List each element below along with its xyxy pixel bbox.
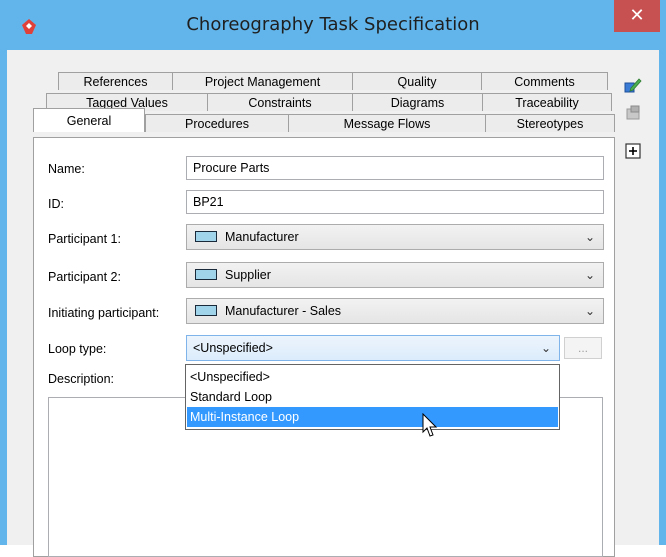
loop-type-dropdown: <Unspecified> Standard Loop Multi-Instan…: [185, 364, 560, 430]
participant2-label: Participant 2:: [48, 270, 121, 284]
tab-message-flows[interactable]: Message Flows: [288, 114, 486, 132]
window-title: Choreography Task Specification: [186, 14, 480, 35]
title-bar: Choreography Task Specification ✕: [0, 0, 666, 50]
add-icon[interactable]: [624, 142, 642, 160]
initiating-participant-label: Initiating participant:: [48, 306, 160, 320]
participant-icon: [195, 269, 217, 281]
participant1-combo[interactable]: Manufacturer ⌄: [186, 224, 604, 250]
participant1-label: Participant 1:: [48, 232, 121, 246]
tab-row-3: General Procedures Message Flows Stereot…: [33, 108, 615, 132]
participant1-value: Manufacturer: [225, 230, 299, 244]
tab-row-1: References Project Management Quality Co…: [58, 72, 608, 90]
chevron-down-icon: ⌄: [540, 341, 551, 355]
tab-diagrams[interactable]: Diagrams: [352, 93, 483, 111]
initiating-participant-value: Manufacturer - Sales: [225, 304, 342, 318]
participant2-value: Supplier: [225, 268, 271, 282]
option-standard-loop[interactable]: Standard Loop: [187, 387, 558, 407]
tab-stereotypes[interactable]: Stereotypes: [485, 114, 615, 132]
loop-type-value: <Unspecified>: [193, 341, 273, 355]
tab-procedures[interactable]: Procedures: [145, 114, 289, 132]
participant2-combo[interactable]: Supplier ⌄: [186, 262, 604, 288]
name-field[interactable]: Procure Parts: [186, 156, 604, 180]
edit-icon[interactable]: [624, 76, 642, 94]
tab-project-management[interactable]: Project Management: [172, 72, 353, 90]
close-button[interactable]: ✕: [614, 0, 660, 32]
mouse-cursor-icon: [422, 413, 438, 437]
description-label: Description:: [48, 372, 114, 386]
shape-icon[interactable]: [624, 104, 642, 122]
chevron-down-icon: ⌄: [584, 304, 595, 318]
option-unspecified[interactable]: <Unspecified>: [187, 367, 558, 387]
participant-icon: [195, 305, 217, 317]
tab-comments[interactable]: Comments: [481, 72, 608, 90]
loop-options-button[interactable]: ...: [564, 337, 602, 359]
initiating-participant-combo[interactable]: Manufacturer - Sales ⌄: [186, 298, 604, 324]
tab-general[interactable]: General: [33, 108, 145, 132]
loop-type-label: Loop type:: [48, 342, 107, 356]
tab-traceability[interactable]: Traceability: [482, 93, 612, 111]
tab-constraints[interactable]: Constraints: [207, 93, 353, 111]
chevron-down-icon: ⌄: [584, 230, 595, 244]
id-field[interactable]: BP21: [186, 190, 604, 214]
tab-quality[interactable]: Quality: [352, 72, 482, 90]
chevron-down-icon: ⌄: [584, 268, 595, 282]
name-label: Name:: [48, 162, 85, 176]
option-multi-instance-loop[interactable]: Multi-Instance Loop: [187, 407, 558, 427]
id-label: ID:: [48, 197, 64, 211]
tab-references[interactable]: References: [58, 72, 173, 90]
participant-icon: [195, 231, 217, 243]
loop-type-combo[interactable]: <Unspecified> ⌄: [186, 335, 560, 361]
